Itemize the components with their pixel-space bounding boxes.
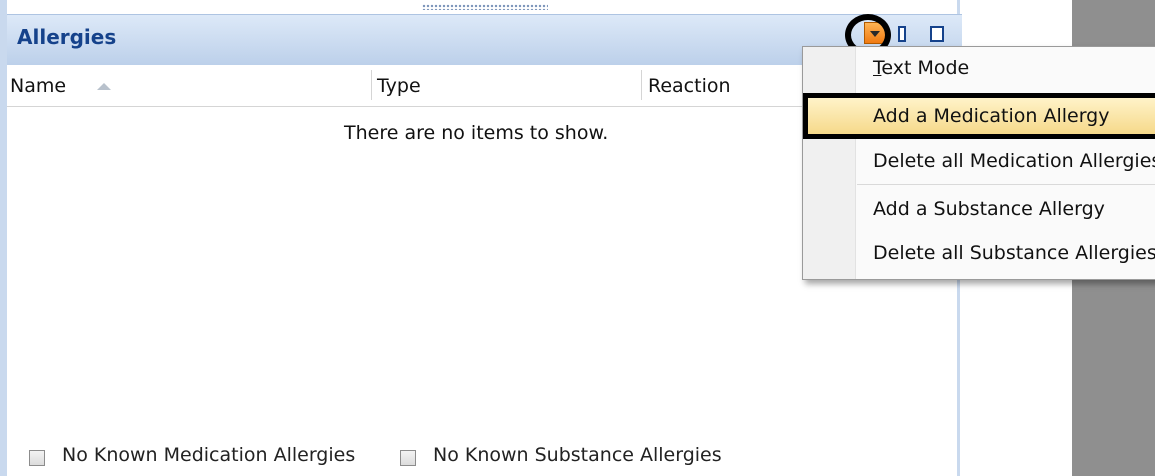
pin-icon[interactable] [898,26,906,42]
menu-item-add-substance-allergy[interactable]: Add a Substance Allergy [873,198,1105,220]
menu-separator [857,184,1155,185]
no-known-substance-checkbox[interactable] [400,450,416,466]
column-divider[interactable] [641,70,642,100]
menu-item-label: ext Mode [881,57,970,79]
no-known-substance-label[interactable]: No Known Substance Allergies [433,444,722,466]
menu-item-add-medication-allergy[interactable]: Add a Medication Allergy [873,105,1109,127]
menu-gutter [803,47,856,279]
column-name[interactable]: Name [10,75,66,97]
menu-item-text-mode[interactable]: Text Mode [873,57,969,79]
no-known-medication-checkbox[interactable] [29,450,45,466]
panel-title: Allergies [17,25,117,49]
column-reaction[interactable]: Reaction [648,75,731,97]
drag-grip[interactable] [422,4,548,10]
empty-list-message: There are no items to show. [344,122,609,144]
column-type[interactable]: Type [377,75,421,97]
sort-ascending-icon [97,83,111,90]
no-known-medication-label[interactable]: No Known Medication Allergies [62,444,355,466]
menu-item-delete-substance-allergies[interactable]: Delete all Substance Allergies [873,242,1155,264]
column-divider[interactable] [371,70,372,100]
options-menu: Text Mode Add a Medication Allergy Delet… [802,46,1155,280]
menu-item-delete-medication-allergies[interactable]: Delete all Medication Allergies [873,150,1155,172]
maximize-icon[interactable] [930,26,944,42]
